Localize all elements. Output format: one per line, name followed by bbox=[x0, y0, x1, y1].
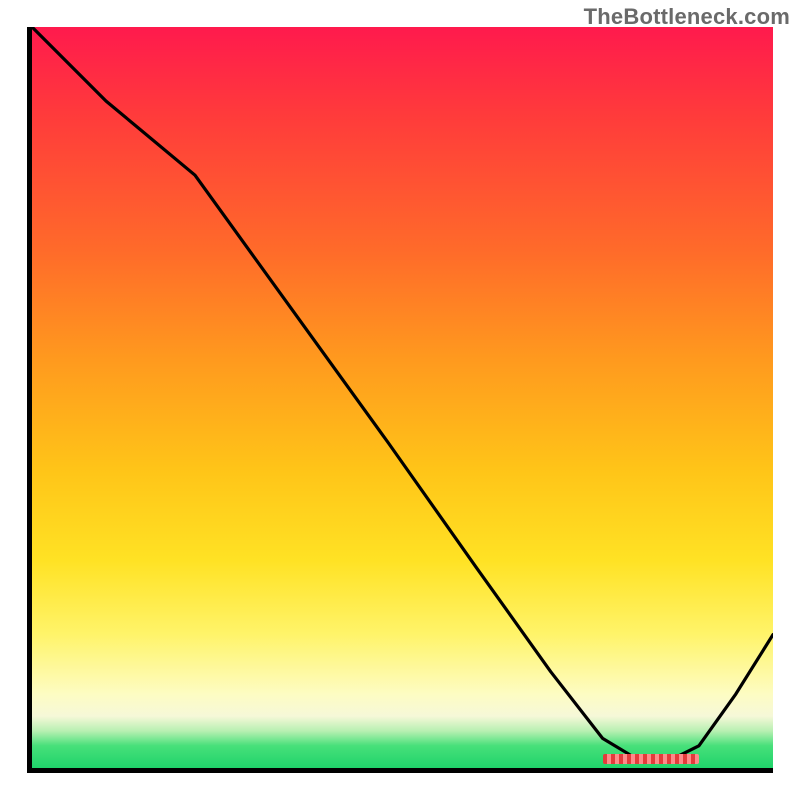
chart-stage: TheBottleneck.com bbox=[0, 0, 800, 800]
plot-area bbox=[32, 27, 773, 768]
axes-frame bbox=[27, 27, 773, 773]
bottleneck-curve bbox=[32, 27, 773, 768]
optimal-range-marker bbox=[603, 754, 699, 764]
curve-path bbox=[32, 27, 773, 761]
